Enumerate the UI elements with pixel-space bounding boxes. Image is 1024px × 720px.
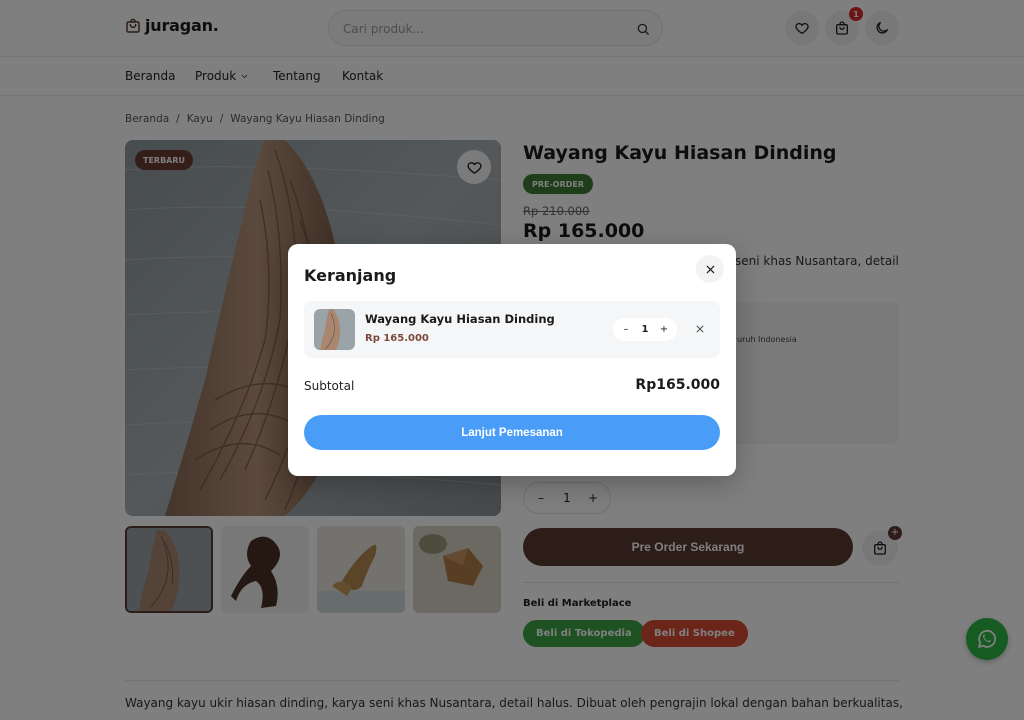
cart-decrease-button[interactable]: – bbox=[619, 324, 633, 335]
cart-modal: Keranjang Wayang Kayu Hiasan Dinding Rp … bbox=[288, 244, 736, 476]
cart-quantity-stepper: – 1 + bbox=[613, 318, 677, 341]
cart-item-name: Wayang Kayu Hiasan Dinding bbox=[365, 312, 555, 326]
thumbnail-image bbox=[314, 309, 355, 350]
close-modal-button[interactable] bbox=[696, 255, 724, 283]
cart-modal-title: Keranjang bbox=[304, 266, 397, 285]
subtotal-label: Subtotal bbox=[304, 379, 355, 393]
checkout-button[interactable]: Lanjut Pemesanan bbox=[304, 415, 720, 450]
remove-item-button[interactable] bbox=[690, 319, 710, 339]
cart-item-price: Rp 165.000 bbox=[365, 333, 429, 344]
cart-item: Wayang Kayu Hiasan Dinding Rp 165.000 – … bbox=[304, 301, 720, 358]
close-icon bbox=[696, 325, 704, 333]
cart-increase-button[interactable]: + bbox=[657, 324, 671, 335]
cart-item-thumbnail bbox=[314, 309, 355, 350]
cart-quantity-value: 1 bbox=[641, 324, 649, 335]
close-icon bbox=[706, 265, 714, 273]
subtotal-value: Rp165.000 bbox=[635, 377, 720, 393]
